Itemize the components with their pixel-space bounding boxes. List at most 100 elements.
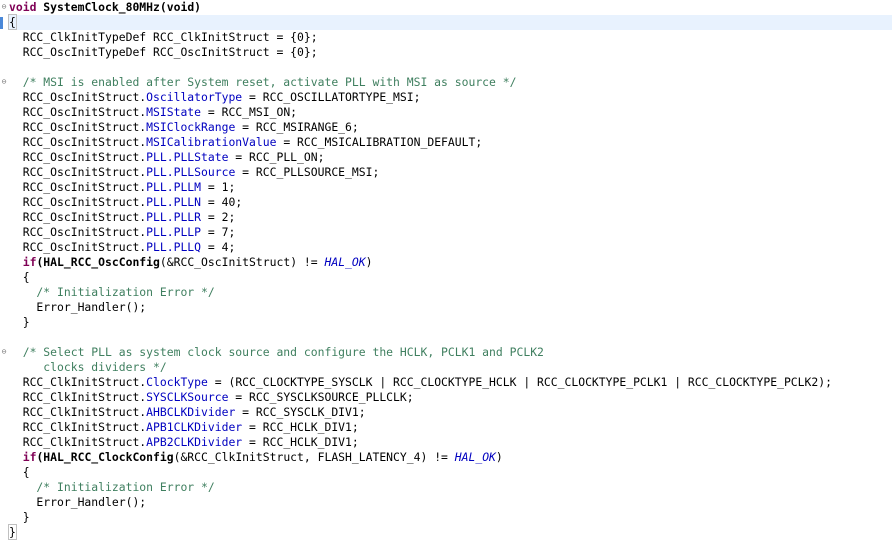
field-token: PLL.PLLN [146,195,202,209]
code-token: (void) [159,0,202,14]
field-token: PLL.PLLSource [146,165,236,179]
comment-token: /* Select PLL as system clock source and… [9,345,544,359]
code-line[interactable]: RCC_ClkInitStruct.AHBCLKDivider = RCC_SY… [9,405,892,420]
current-code-line[interactable]: { [8,14,892,30]
field-token: PLL.PLLQ [146,240,202,254]
code-line[interactable]: if(HAL_RCC_ClockConfig(&RCC_ClkInitStruc… [9,450,892,465]
code-token: RCC_OscInitStruct. [9,90,147,104]
code-token: = RCC_MSIRANGE_6; [235,120,359,134]
code-token: RCC_OscInitStruct. [9,150,147,164]
fold-collapse-icon[interactable]: ⊖ [0,3,8,11]
code-line[interactable]: RCC_OscInitStruct.PLL.PLLM = 1; [9,180,892,195]
code-line[interactable]: RCC_OscInitStruct.PLL.PLLP = 7; [9,225,892,240]
macro-token: HAL_OK [454,450,496,464]
code-token: ) [495,450,503,464]
function-call-token: (HAL_RCC_ClockConfig [36,450,174,464]
code-token: = 4; [201,240,236,254]
field-token: PLL.PLLM [146,180,202,194]
code-line[interactable]: { [9,465,892,480]
code-token: = RCC_PLL_ON; [228,150,325,164]
code-line[interactable]: { [9,270,892,285]
code-token: = RCC_SYSCLK_DIV1; [235,405,366,419]
code-line[interactable]: if(HAL_RCC_OscConfig(&RCC_OscInitStruct)… [9,255,892,270]
code-line[interactable]: RCC_OscInitStruct.PLL.PLLState = RCC_PLL… [9,150,892,165]
code-token: RCC_ClkInitStruct. [9,405,147,419]
code-token: RCC_ClkInitStruct. [9,375,147,389]
keyword-token: if [9,450,37,464]
code-token: (&RCC_OscInitStruct) != [159,255,325,269]
code-comment-line[interactable]: /* Initialization Error */ [9,480,892,495]
change-marker [0,17,3,29]
code-line[interactable]: RCC_OscInitStruct.OscillatorType = RCC_O… [9,90,892,105]
code-token: = RCC_HCLK_DIV1; [242,420,359,434]
code-line[interactable]: RCC_OscInitStruct.MSIState = RCC_MSI_ON; [9,105,892,120]
matching-brace: } [8,524,17,540]
field-token: PLL.PLLR [146,210,202,224]
code-line[interactable]: RCC_ClkInitStruct.APB2CLKDivider = RCC_H… [9,435,892,450]
code-token: RCC_OscInitStruct. [9,105,147,119]
field-token: SYSCLKSource [146,390,229,404]
code-line[interactable]: RCC_ClkInitStruct.SYSCLKSource = RCC_SYS… [9,390,892,405]
code-comment-line[interactable]: /* MSI is enabled after System reset, ac… [9,75,892,90]
fold-collapse-icon[interactable]: ⊖ [0,348,8,356]
fold-collapse-icon[interactable]: ⊖ [0,78,8,86]
keyword-token: void [9,0,37,14]
code-token: (&RCC_ClkInitStruct, FLASH_LATENCY_4) != [173,450,455,464]
comment-token: /* MSI is enabled after System reset, ac… [9,75,517,89]
code-comment-line[interactable]: /* Select PLL as system clock source and… [9,345,892,360]
code-editor[interactable]: ⊖ ⊖ ⊖ void SystemClock_80MHz(void) { RCC… [0,0,892,542]
code-token: = 2; [201,210,236,224]
code-token: = 7; [201,225,236,239]
comment-token: /* Initialization Error */ [9,480,215,494]
code-line[interactable]: RCC_OscInitStruct.PLL.PLLN = 40; [9,195,892,210]
code-token: = RCC_PLLSOURCE_MSI; [235,165,380,179]
code-comment-line[interactable]: clocks dividers */ [9,360,892,375]
function-call-token: (HAL_RCC_OscConfig [36,255,160,269]
code-token: RCC_OscInitStruct. [9,120,147,134]
code-token: = RCC_MSI_ON; [201,105,298,119]
code-token: = RCC_HCLK_DIV1; [242,435,359,449]
code-token: RCC_OscInitStruct. [9,135,147,149]
code-token: = RCC_SYSCLKSOURCE_PLLCLK; [228,390,414,404]
code-token: = RCC_OSCILLATORTYPE_MSI; [242,90,421,104]
keyword-token: if [9,255,37,269]
code-line[interactable]: RCC_OscInitStruct.PLL.PLLR = 2; [9,210,892,225]
code-token: = 40; [201,195,243,209]
field-token: APB2CLKDivider [146,435,243,449]
code-line[interactable]: } [9,510,892,525]
code-line[interactable]: RCC_OscInitStruct.MSICalibrationValue = … [9,135,892,150]
function-name-token: SystemClock_80MHz [43,0,160,14]
code-line[interactable]: RCC_OscInitStruct.MSIClockRange = RCC_MS… [9,120,892,135]
field-token: OscillatorType [146,90,243,104]
field-token: MSICalibrationValue [146,135,277,149]
code-token: RCC_OscInitStruct. [9,210,147,224]
comment-token: clocks dividers */ [9,360,167,374]
code-line[interactable]: RCC_OscInitTypeDef RCC_OscInitStruct = {… [9,45,892,60]
code-token: = 1; [201,180,236,194]
code-line[interactable]: RCC_ClkInitStruct.APB1CLKDivider = RCC_H… [9,420,892,435]
code-token: RCC_OscInitStruct. [9,225,147,239]
code-line[interactable]: RCC_ClkInitTypeDef RCC_ClkInitStruct = {… [9,30,892,45]
code-line[interactable]: Error_Handler(); [9,495,892,510]
code-token: RCC_OscInitStruct. [9,180,147,194]
code-token: RCC_OscInitStruct. [9,165,147,179]
code-token: = (RCC_CLOCKTYPE_SYSCLK | RCC_CLOCKTYPE_… [207,375,832,389]
code-line[interactable]: Error_Handler(); [9,300,892,315]
code-line[interactable]: RCC_ClkInitStruct.ClockType = (RCC_CLOCK… [9,375,892,390]
code-token: ) [365,255,373,269]
macro-token: HAL_OK [324,255,366,269]
field-token: MSIClockRange [146,120,236,134]
code-line[interactable]: RCC_OscInitStruct.PLL.PLLQ = 4; [9,240,892,255]
code-token: RCC_ClkInitStruct. [9,390,147,404]
code-comment-line[interactable]: /* Initialization Error */ [9,285,892,300]
field-token: ClockType [146,375,208,389]
folding-ruler[interactable]: ⊖ ⊖ ⊖ [0,0,9,542]
field-token: AHBCLKDivider [146,405,236,419]
comment-token: /* Initialization Error */ [9,285,215,299]
code-token: RCC_OscInitStruct. [9,195,147,209]
code-line[interactable]: } [9,315,892,330]
field-token: APB1CLKDivider [146,420,243,434]
code-line[interactable]: } [8,524,892,540]
code-line[interactable]: RCC_OscInitStruct.PLL.PLLSource = RCC_PL… [9,165,892,180]
code-line[interactable]: void SystemClock_80MHz(void) [9,0,892,15]
